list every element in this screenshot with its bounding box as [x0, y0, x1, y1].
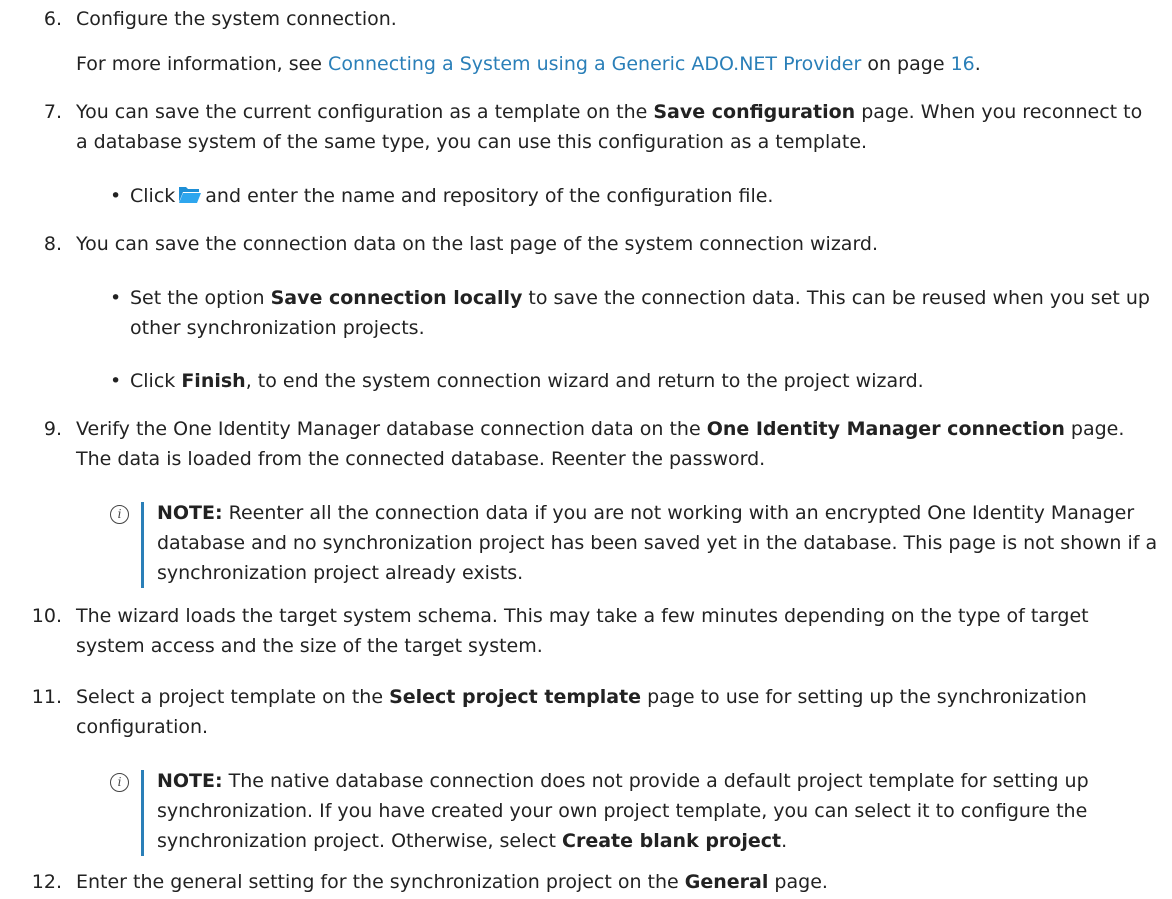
ui-term: General — [684, 871, 769, 893]
step-number: 9. — [43, 418, 62, 440]
step-text: Configure the system connection. — [76, 8, 397, 30]
note-bar — [141, 502, 144, 588]
step-text: Verify the One Identity Manager database… — [76, 418, 1125, 470]
note-text: NOTE: The native database connection doe… — [157, 770, 1089, 852]
info-icon: i — [110, 505, 129, 524]
ui-term: One Identity Manager connection — [706, 418, 1065, 440]
step-text: You can save the current configuration a… — [76, 101, 1143, 153]
bullet-text: Click and enter the name and repository o… — [130, 185, 774, 207]
ui-term: Finish — [181, 370, 246, 392]
bullet-text: Click Finish, to end the system connecti… — [130, 370, 924, 392]
step-number: 7. — [43, 101, 62, 123]
note-bar — [141, 770, 144, 856]
bullet: • — [110, 287, 122, 309]
step-number: 6. — [43, 8, 62, 30]
step-number: 12. — [31, 871, 62, 893]
info-icon: i — [110, 773, 129, 792]
connecting-system-link[interactable]: Connecting a System using a Generic ADO.… — [328, 53, 861, 75]
step-number: 11. — [31, 686, 62, 708]
step-number: 10. — [31, 605, 62, 627]
step-text: Enter the general setting for the synchr… — [76, 871, 828, 893]
bullet: • — [110, 185, 122, 207]
page-link[interactable]: 16 — [951, 53, 975, 75]
more-info-line: For more information, see Connecting a S… — [76, 53, 981, 75]
folder-open-icon — [179, 187, 202, 203]
step-text: You can save the connection data on the … — [76, 233, 879, 255]
ui-term: Select project template — [389, 686, 642, 708]
step-number: 8. — [43, 233, 62, 255]
ui-term: Save configuration — [653, 101, 856, 123]
step-text: Select a project template on the Select … — [76, 686, 1087, 738]
ui-term: Save connection locally — [270, 287, 523, 309]
bullet-text: Set the option Save connection locally t… — [130, 287, 1150, 339]
note-text: NOTE: Reenter all the connection data if… — [157, 502, 1158, 584]
document-page: 6. Configure the system connection. For … — [0, 0, 1172, 899]
bullet: • — [110, 370, 122, 392]
step-text: The wizard loads the target system schem… — [76, 605, 1089, 657]
